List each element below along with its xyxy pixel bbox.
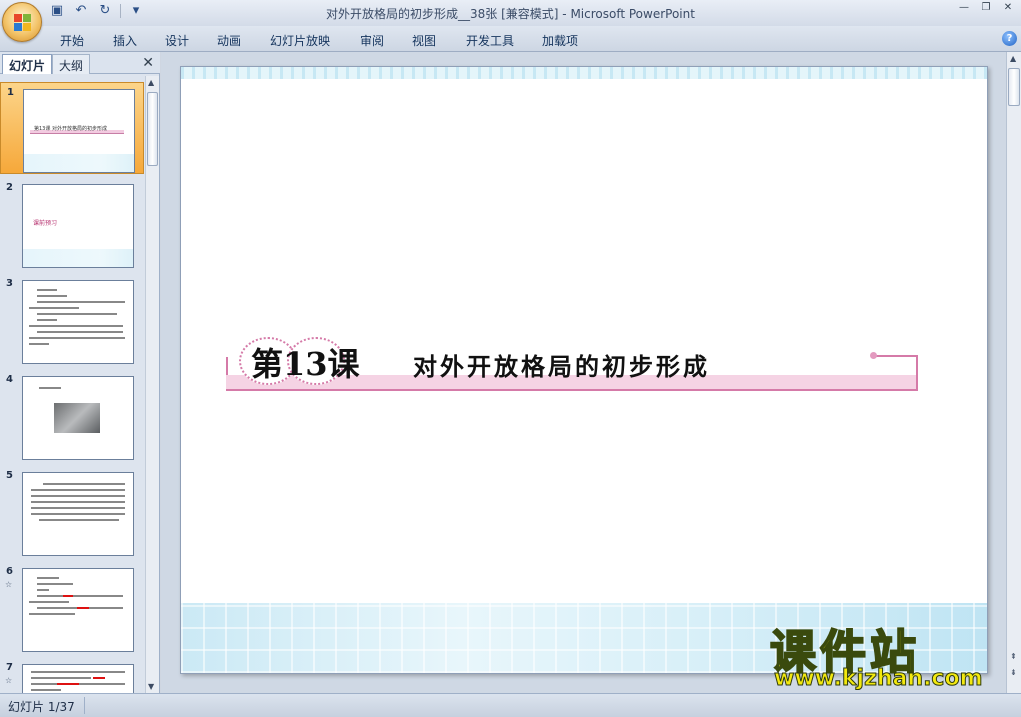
- thumbnail-slide-7[interactable]: 7 ☆: [0, 658, 144, 693]
- lesson-title: 对外开放格局的初步形成: [413, 353, 710, 381]
- tab-slideshow[interactable]: 幻灯片放映: [270, 32, 330, 49]
- tab-outline[interactable]: 大纲: [52, 54, 91, 74]
- scroll-thumb[interactable]: [147, 92, 158, 166]
- ribbon-tabs: 开始 插入 设计 动画 幻灯片放映 审阅 视图 开发工具 加载项: [0, 26, 1021, 52]
- slide-preview: 课前预习: [22, 184, 134, 268]
- background-decoration: [24, 154, 134, 172]
- thumbnail-slide-1[interactable]: 1 第13课 对外开放格局的初步形成: [0, 82, 144, 174]
- slide-preview: [22, 664, 134, 693]
- previous-slide-icon[interactable]: ⇞: [1010, 652, 1017, 661]
- slides-panel: 幻灯片 大纲 ✕ 1 第13课 对外开放格局的初步形成 2 课前预习 3 4 5…: [0, 52, 160, 693]
- next-slide-icon[interactable]: ⇟: [1010, 668, 1017, 677]
- slide-title-text: 第13课 对外开放格局的初步形成: [34, 126, 107, 132]
- thumbnail-slide-3[interactable]: 3: [0, 274, 144, 366]
- office-button[interactable]: [2, 2, 42, 42]
- scroll-up-icon[interactable]: ▲: [148, 78, 154, 87]
- animation-icon: ☆: [5, 676, 13, 685]
- close-icon[interactable]: ✕: [142, 55, 154, 71]
- lesson-number: 第13课: [251, 345, 360, 383]
- background-decoration: [23, 249, 133, 267]
- window-title: 对外开放格局的初步形成__38张 [兼容模式] - Microsoft Powe…: [326, 7, 695, 21]
- thumbnail-list: 1 第13课 对外开放格局的初步形成 2 课前预习 3 4 5 6 ☆ 7 ☆: [0, 76, 144, 693]
- minimize-icon[interactable]: —: [955, 2, 973, 16]
- scroll-down-icon[interactable]: ▼: [148, 682, 154, 691]
- slide-title-text: 课前预习: [33, 220, 58, 227]
- divider: [84, 697, 85, 714]
- tab-developer[interactable]: 开发工具: [466, 32, 514, 49]
- watermark-url: www.kjzhan.com: [774, 666, 984, 692]
- thumbnail-slide-5[interactable]: 5: [0, 466, 144, 558]
- tab-view[interactable]: 视图: [412, 32, 436, 49]
- tab-review[interactable]: 审阅: [360, 32, 384, 49]
- slide-preview: [22, 280, 134, 364]
- animation-icon: ☆: [5, 580, 13, 589]
- status-bar: 幻灯片 1/37: [0, 693, 1021, 717]
- slide-number: 7: [6, 662, 13, 673]
- slide-scrollbar[interactable]: ▲ ⇞ ⇟: [1006, 52, 1021, 693]
- slide-preview: [22, 376, 134, 460]
- background-decoration: [181, 67, 987, 79]
- slide-number: 2: [6, 182, 13, 193]
- slide-preview: 第13课 对外开放格局的初步形成: [23, 89, 135, 173]
- slide-number: 1: [7, 87, 14, 98]
- slide-editor: 第13课 对外开放格局的初步形成: [161, 52, 1006, 693]
- slide-counter: 幻灯片 1/37: [8, 700, 75, 714]
- window-controls: — ❐ ✕: [955, 2, 1017, 16]
- help-icon[interactable]: ?: [1002, 31, 1017, 46]
- slide-number: 4: [6, 374, 13, 385]
- tab-animations[interactable]: 动画: [217, 32, 241, 49]
- tab-insert[interactable]: 插入: [113, 32, 137, 49]
- slide-preview: [22, 568, 134, 652]
- title-bar: ▣ ↶ ↻ ▾ 对外开放格局的初步形成__38张 [兼容模式] - Micros…: [0, 0, 1021, 42]
- slide-photo: [54, 403, 100, 433]
- tab-design[interactable]: 设计: [165, 32, 189, 49]
- panel-tabs: 幻灯片 大纲 ✕: [0, 52, 160, 74]
- watermark: 课件站 www.kjzhan.com: [769, 616, 1010, 692]
- office-logo-icon: [14, 14, 32, 32]
- tab-slides[interactable]: 幻灯片: [2, 54, 53, 74]
- tab-addins[interactable]: 加载项: [542, 32, 578, 49]
- restore-icon[interactable]: ❐: [977, 2, 995, 16]
- close-icon[interactable]: ✕: [999, 2, 1017, 16]
- tab-home[interactable]: 开始: [60, 32, 84, 49]
- scroll-up-icon[interactable]: ▲: [1010, 54, 1016, 63]
- thumbnail-slide-4[interactable]: 4: [0, 370, 144, 462]
- slide-number: 5: [6, 470, 13, 481]
- slide-number: 6: [6, 566, 13, 577]
- thumbnail-scrollbar[interactable]: ▲ ▼: [145, 76, 159, 693]
- slide-preview: [22, 472, 134, 556]
- thumbnail-slide-6[interactable]: 6 ☆: [0, 562, 144, 654]
- slide-number: 3: [6, 278, 13, 289]
- thumbnail-slide-2[interactable]: 2 课前预习: [0, 178, 144, 270]
- current-slide[interactable]: 第13课 对外开放格局的初步形成: [180, 66, 988, 674]
- scroll-thumb[interactable]: [1008, 68, 1020, 106]
